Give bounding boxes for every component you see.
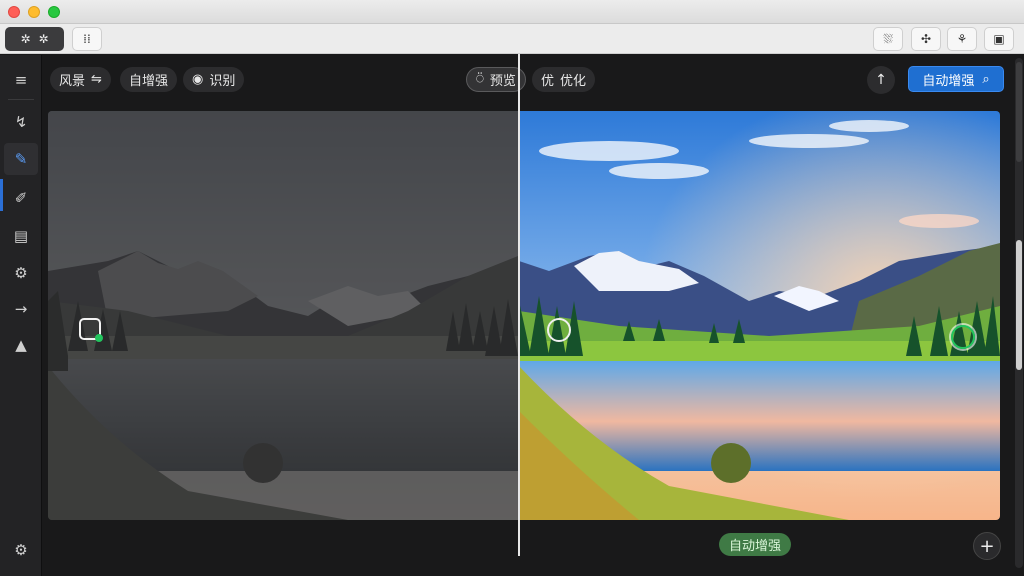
add-button[interactable]: + bbox=[973, 532, 1001, 560]
settings-icon: ⚙ bbox=[14, 541, 28, 559]
menu-icon: ≡ bbox=[14, 71, 28, 89]
sidebar-menu-button[interactable]: ≡ bbox=[4, 64, 38, 96]
sidebar-item-landscape[interactable]: ▲ bbox=[4, 329, 38, 361]
toolbar-button-4[interactable]: ▣ bbox=[984, 27, 1014, 51]
recognize-icon: ◉ bbox=[192, 72, 204, 87]
search-icon: ⌕ bbox=[982, 71, 990, 87]
zoom-window-button[interactable] bbox=[48, 6, 60, 18]
preview-label: 预览 bbox=[489, 74, 516, 89]
recognize-chip[interactable]: ◉ 识别 bbox=[183, 67, 245, 92]
scene-chip[interactable]: 风景 ⇋ bbox=[50, 67, 111, 92]
title-bar bbox=[0, 0, 1024, 24]
effects-icon: ⚙ bbox=[14, 264, 28, 282]
compare-icon: ⛆ bbox=[883, 31, 893, 46]
active-point-marker[interactable] bbox=[951, 325, 975, 349]
sidebar-active-marker bbox=[0, 179, 3, 211]
enhance-chip[interactable]: 自增强 bbox=[120, 67, 178, 92]
adjust-icon: ↯ bbox=[14, 113, 28, 131]
compare-split-handle[interactable] bbox=[518, 54, 520, 556]
scrollbar-thumb-upper[interactable] bbox=[1016, 62, 1022, 162]
auto-enhance-label: 自动增强 bbox=[922, 73, 975, 89]
minimize-window-button[interactable] bbox=[28, 6, 40, 18]
after-landscape-image bbox=[519, 111, 1000, 520]
swap-icon: ⇋ bbox=[91, 72, 102, 87]
scrollbar-thumb[interactable] bbox=[1016, 240, 1022, 370]
export-icon: → bbox=[14, 300, 28, 318]
sidebar-item-layers[interactable]: ▤ bbox=[4, 220, 38, 252]
status-pill[interactable]: 自动增强 bbox=[719, 533, 791, 556]
status-pill-label: 自动增强 bbox=[728, 539, 781, 554]
sidebar-item-brush[interactable]: ✎ bbox=[4, 143, 38, 175]
enhance-label: 自增强 bbox=[129, 74, 169, 89]
brush-icon: ✎ bbox=[14, 150, 28, 168]
auto-enhance-button[interactable]: 自动增强 ⌕ bbox=[908, 66, 1004, 92]
sidebar-item-adjust[interactable]: ↯ bbox=[4, 106, 38, 138]
view-mode-icon-b: ✲ bbox=[38, 32, 49, 46]
scene-label: 风景 bbox=[59, 74, 86, 89]
optimize-label: 优化 bbox=[560, 74, 587, 89]
view-mode-icon-a: ✲ bbox=[20, 32, 31, 46]
app-window: ✲ ✲ ⁞⁞ ⛆ ✣ ⚘ ▣ ≡ ↯ ✎ ✐ ▤ ⚙ → ▲ ⚙ 风景 ⇋ 自增… bbox=[0, 0, 1024, 576]
before-overlay bbox=[48, 111, 518, 520]
retouch-icon: ✐ bbox=[14, 189, 28, 207]
landscape-icon: ▲ bbox=[15, 336, 27, 354]
sidebar-divider bbox=[8, 99, 34, 100]
plus-icon: + bbox=[979, 535, 995, 557]
crop-icon: ✣ bbox=[920, 32, 932, 46]
before-image-panel[interactable] bbox=[48, 111, 518, 520]
upload-button[interactable]: ↑ bbox=[867, 66, 895, 94]
after-image-panel[interactable] bbox=[519, 111, 1000, 520]
recognize-label: 识别 bbox=[209, 74, 236, 89]
toolbar-button-3[interactable]: ⚘ bbox=[947, 27, 977, 51]
upload-icon: ↑ bbox=[875, 72, 887, 88]
top-toolbar: ✲ ✲ ⁞⁞ ⛆ ✣ ⚘ ▣ bbox=[0, 24, 1024, 54]
sidebar-item-effects[interactable]: ⚙ bbox=[4, 257, 38, 289]
share-icon: ▣ bbox=[993, 32, 1005, 46]
optimize-icon: 优 bbox=[541, 74, 555, 89]
sidebar-item-export[interactable]: → bbox=[4, 293, 38, 325]
sidebar-item-retouch[interactable]: ✐ bbox=[4, 182, 38, 214]
toolbar-button-2[interactable]: ✣ bbox=[911, 27, 941, 51]
optimize-chip[interactable]: 优 优化 bbox=[532, 67, 596, 92]
left-sidebar: ≡ ↯ ✎ ✐ ▤ ⚙ → ▲ ⚙ bbox=[0, 55, 42, 576]
sidebar-settings-button[interactable]: ⚙ bbox=[4, 534, 38, 566]
grid-icon: ⁞⁞ bbox=[83, 32, 91, 46]
layers-icon: ▤ bbox=[13, 227, 29, 245]
grid-view-button[interactable]: ⁞⁞ bbox=[72, 27, 102, 51]
edit-point-dot bbox=[95, 334, 103, 342]
close-window-button[interactable] bbox=[8, 6, 20, 18]
eye-icon: ⍥ bbox=[476, 72, 484, 87]
filter-icon: ⚘ bbox=[956, 32, 968, 46]
preview-toggle[interactable]: ⍥ 预览 bbox=[466, 67, 526, 92]
toolbar-button-1[interactable]: ⛆ bbox=[873, 27, 903, 51]
view-mode-toggle[interactable]: ✲ ✲ bbox=[5, 27, 64, 51]
adjust-point-marker[interactable] bbox=[547, 318, 571, 342]
